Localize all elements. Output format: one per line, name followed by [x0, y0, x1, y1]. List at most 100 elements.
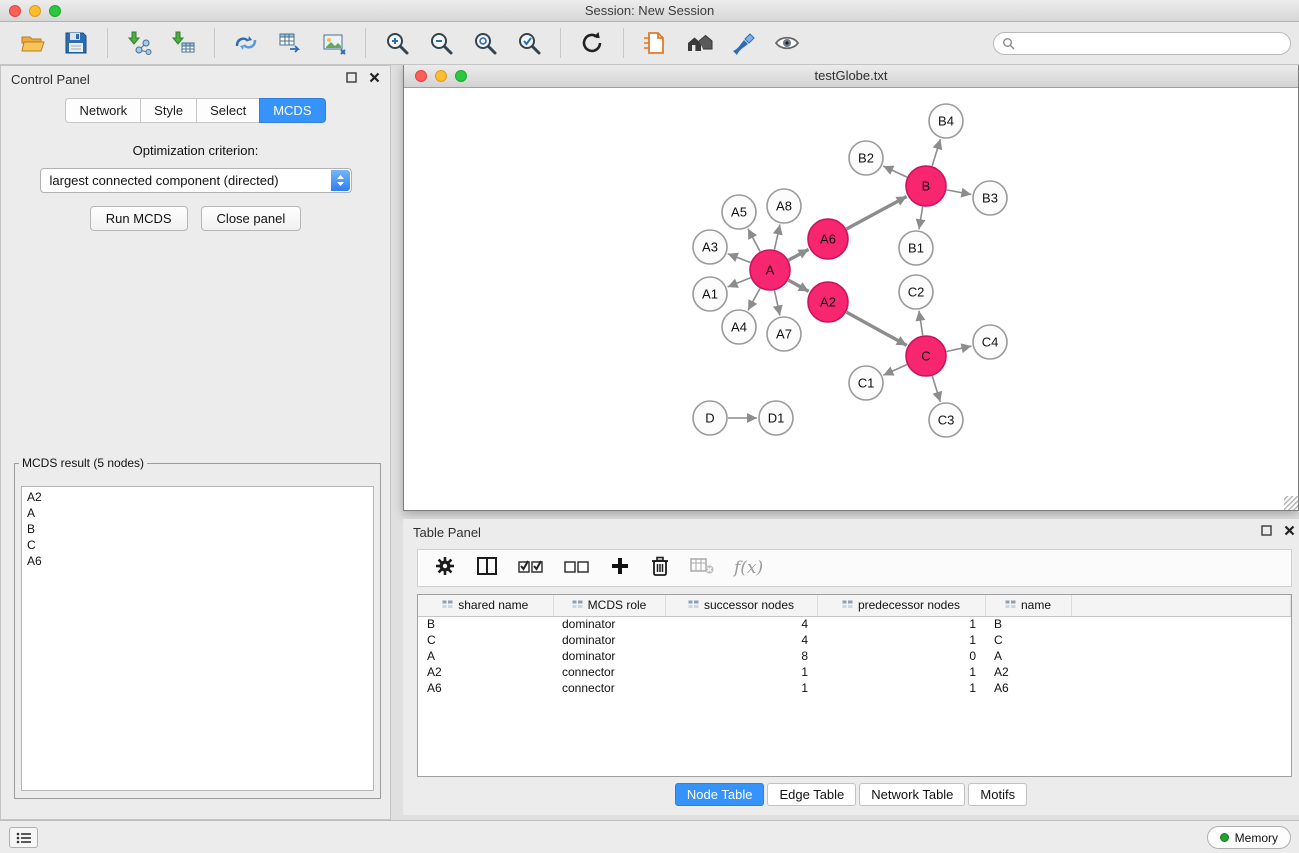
- column-header-mcds-role[interactable]: MCDS role: [553, 595, 665, 616]
- network-close-button[interactable]: [415, 70, 427, 82]
- annotation-style-button[interactable]: [725, 25, 761, 61]
- deselect-all-button[interactable]: [564, 557, 590, 580]
- table-tab-network-table[interactable]: Network Table: [859, 783, 965, 806]
- edge-A-A6[interactable]: [789, 249, 809, 260]
- node-B4[interactable]: B4: [929, 104, 963, 138]
- table-tab-motifs[interactable]: Motifs: [968, 783, 1027, 806]
- memory-button[interactable]: Memory: [1207, 826, 1291, 849]
- network-window-titlebar[interactable]: testGlobe.txt: [404, 65, 1298, 88]
- add-row-button[interactable]: [610, 556, 630, 581]
- node-C1[interactable]: C1: [849, 366, 883, 400]
- mcds-result-item-b[interactable]: B: [27, 521, 368, 537]
- merge-tables-button[interactable]: [272, 25, 308, 61]
- cell-name[interactable]: C: [985, 632, 1071, 648]
- edge-B-B4[interactable]: [932, 139, 940, 166]
- column-header-shared-name[interactable]: shared name: [418, 595, 553, 616]
- float-panel-icon[interactable]: [346, 72, 357, 83]
- cell-successor-nodes[interactable]: 1: [665, 680, 817, 696]
- zoom-window-button[interactable]: [49, 5, 61, 17]
- cell-successor-nodes[interactable]: 4: [665, 632, 817, 648]
- open-session-button[interactable]: [14, 25, 50, 61]
- mcds-result-item-a2[interactable]: A2: [27, 489, 368, 505]
- node-B3[interactable]: B3: [973, 181, 1007, 215]
- node-D1[interactable]: D1: [759, 401, 793, 435]
- cell-shared-name[interactable]: B: [418, 616, 553, 632]
- table-row-a2[interactable]: A2connector11A2: [418, 664, 1291, 680]
- node-A6[interactable]: A6: [808, 219, 848, 259]
- cell-predecessor-nodes[interactable]: 1: [817, 616, 985, 632]
- split-column-button[interactable]: [476, 555, 498, 582]
- node-A1[interactable]: A1: [693, 277, 727, 311]
- edge-C-C4[interactable]: [947, 346, 972, 351]
- resize-grip[interactable]: [1284, 496, 1298, 510]
- edge-A-A5[interactable]: [748, 229, 760, 252]
- cell-successor-nodes[interactable]: 1: [665, 664, 817, 680]
- search-box[interactable]: [993, 32, 1291, 55]
- node-A4[interactable]: A4: [722, 310, 756, 344]
- function-builder-button[interactable]: f(x): [734, 558, 763, 578]
- select-all-button[interactable]: [518, 557, 544, 580]
- column-header-name[interactable]: name: [985, 595, 1071, 616]
- export-image-button[interactable]: [316, 25, 352, 61]
- node-A[interactable]: A: [750, 250, 790, 290]
- table-tab-edge-table[interactable]: Edge Table: [767, 783, 856, 806]
- control-tab-network[interactable]: Network: [65, 98, 140, 123]
- edge-A6-B[interactable]: [846, 196, 906, 229]
- cell-predecessor-nodes[interactable]: 1: [817, 680, 985, 696]
- network-canvas[interactable]: B4B2BB3A5A8A6A3B1AC2A1A2A4A7C4CC1C3DD1: [404, 88, 1298, 510]
- cell-mcds-role[interactable]: connector: [553, 680, 665, 696]
- cell-predecessor-nodes[interactable]: 0: [817, 648, 985, 664]
- save-session-button[interactable]: [58, 25, 94, 61]
- cell-name[interactable]: A6: [985, 680, 1071, 696]
- criterion-dropdown[interactable]: largest connected component (directed): [40, 168, 352, 193]
- float-panel-icon[interactable]: [1261, 525, 1272, 536]
- edge-A-A8[interactable]: [774, 225, 779, 250]
- node-C4[interactable]: C4: [973, 325, 1007, 359]
- table-row-a[interactable]: Adominator80A: [418, 648, 1291, 664]
- zoom-fit-button[interactable]: [467, 25, 503, 61]
- node-A8[interactable]: A8: [767, 189, 801, 223]
- node-B2[interactable]: B2: [849, 141, 883, 175]
- edge-B-B3[interactable]: [947, 190, 972, 195]
- delete-row-button[interactable]: [650, 555, 670, 582]
- table-row-a6[interactable]: A6connector11A6: [418, 680, 1291, 696]
- network-graph[interactable]: B4B2BB3A5A8A6A3B1AC2A1A2A4A7C4CC1C3DD1: [404, 88, 1298, 510]
- edge-A-A1[interactable]: [728, 278, 751, 287]
- node-B[interactable]: B: [906, 166, 946, 206]
- cell-successor-nodes[interactable]: 8: [665, 648, 817, 664]
- cell-mcds-role[interactable]: dominator: [553, 616, 665, 632]
- column-header-successor-nodes[interactable]: successor nodes: [665, 595, 817, 616]
- show-panel-button[interactable]: [9, 827, 38, 848]
- edge-A-A3[interactable]: [728, 254, 751, 263]
- mcds-result-item-a[interactable]: A: [27, 505, 368, 521]
- table-options-button[interactable]: [434, 555, 456, 582]
- close-panel-icon[interactable]: [1284, 525, 1295, 536]
- node-C[interactable]: C: [906, 336, 946, 376]
- table-row-c[interactable]: Cdominator41C: [418, 632, 1291, 648]
- edge-A-A7[interactable]: [774, 291, 779, 316]
- node-A2[interactable]: A2: [808, 282, 848, 322]
- show-hide-button[interactable]: [769, 25, 805, 61]
- zoom-selected-button[interactable]: [511, 25, 547, 61]
- refresh-view-button[interactable]: [574, 25, 610, 61]
- node-table[interactable]: shared nameMCDS rolesuccessor nodesprede…: [417, 594, 1292, 777]
- cell-name[interactable]: A2: [985, 664, 1071, 680]
- first-neighbors-button[interactable]: [681, 25, 717, 61]
- column-header-predecessor-nodes[interactable]: predecessor nodes: [817, 595, 985, 616]
- node-A7[interactable]: A7: [767, 317, 801, 351]
- close-window-button[interactable]: [9, 5, 21, 17]
- mcds-result-item-c[interactable]: C: [27, 537, 368, 553]
- table-row-b[interactable]: Bdominator41B: [418, 616, 1291, 632]
- cell-mcds-role[interactable]: connector: [553, 664, 665, 680]
- node-B1[interactable]: B1: [899, 231, 933, 265]
- cell-shared-name[interactable]: A: [418, 648, 553, 664]
- cell-successor-nodes[interactable]: 4: [665, 616, 817, 632]
- control-tab-style[interactable]: Style: [140, 98, 196, 123]
- edge-C-C2[interactable]: [919, 311, 923, 335]
- copy-view-button[interactable]: [637, 25, 673, 61]
- minimize-window-button[interactable]: [29, 5, 41, 17]
- import-network-button[interactable]: [121, 25, 157, 61]
- cell-mcds-role[interactable]: dominator: [553, 632, 665, 648]
- edge-A-A4[interactable]: [748, 288, 760, 310]
- network-zoom-button[interactable]: [455, 70, 467, 82]
